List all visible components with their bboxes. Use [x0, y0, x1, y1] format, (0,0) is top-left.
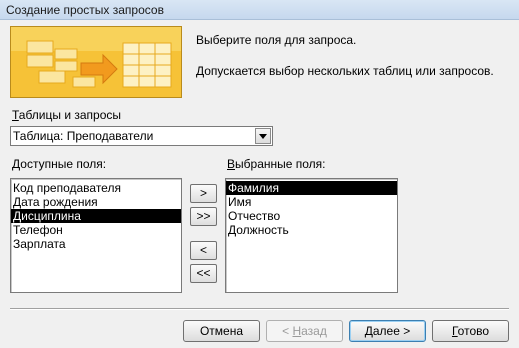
tables-label: Таблицы и запросы: [12, 108, 121, 122]
remove-field-button[interactable]: <: [190, 241, 217, 260]
title-bar: Создание простых запросов: [0, 0, 519, 20]
divider: [10, 308, 509, 310]
available-label-text: оступные поля:: [20, 157, 107, 171]
tables-combobox-value: Таблица: Преподаватели: [13, 129, 154, 143]
list-item[interactable]: Дисциплина: [11, 209, 181, 223]
query-wizard-illustration: [10, 26, 182, 98]
selected-fields-list[interactable]: Фамилия Имя Отчество Должность: [225, 178, 398, 293]
chevron-down-icon[interactable]: [255, 128, 271, 144]
back-prefix: <: [282, 324, 293, 338]
tables-combobox[interactable]: Таблица: Преподаватели: [10, 126, 273, 146]
next-button[interactable]: Далее >: [349, 320, 426, 342]
back-button[interactable]: < Назад: [266, 320, 343, 342]
list-item[interactable]: Телефон: [11, 223, 181, 237]
remove-all-fields-button[interactable]: <<: [190, 264, 217, 283]
description-line-1: Выберите поля для запроса.: [196, 33, 357, 47]
available-fields-list[interactable]: Код преподавателя Дата рождения Дисципли…: [10, 178, 182, 293]
finish-text: отово: [457, 324, 490, 338]
window-title: Создание простых запросов: [6, 3, 164, 17]
add-field-button[interactable]: >: [190, 184, 217, 203]
list-item[interactable]: Код преподавателя: [11, 181, 181, 195]
available-fields-label: Доступные поля:: [12, 157, 106, 171]
next-accel: Д: [364, 324, 373, 338]
list-item[interactable]: Имя: [226, 195, 397, 209]
next-text: алее >: [372, 324, 411, 338]
tables-arrow-icon: [11, 27, 181, 97]
back-text: азад: [301, 324, 327, 338]
finish-button[interactable]: Готово: [432, 320, 509, 342]
list-item[interactable]: Зарплата: [11, 237, 181, 251]
cancel-button[interactable]: Отмена: [183, 320, 260, 342]
add-all-fields-button[interactable]: >>: [190, 207, 217, 226]
selected-fields-label: Выбранные поля:: [227, 157, 326, 171]
selected-label-text: ыбранные поля:: [235, 157, 326, 171]
selected-label-accel: В: [227, 157, 236, 171]
back-accel: Н: [292, 324, 302, 338]
tables-label-text: аблицы и запросы: [18, 108, 122, 122]
list-item[interactable]: Фамилия: [226, 181, 397, 195]
tables-label-accel: Т: [12, 108, 19, 122]
list-item[interactable]: Должность: [226, 223, 397, 237]
description-line-2: Допускается выбор нескольких таблиц или …: [196, 64, 494, 78]
list-item[interactable]: Дата рождения: [11, 195, 181, 209]
list-item[interactable]: Отчество: [226, 209, 397, 223]
